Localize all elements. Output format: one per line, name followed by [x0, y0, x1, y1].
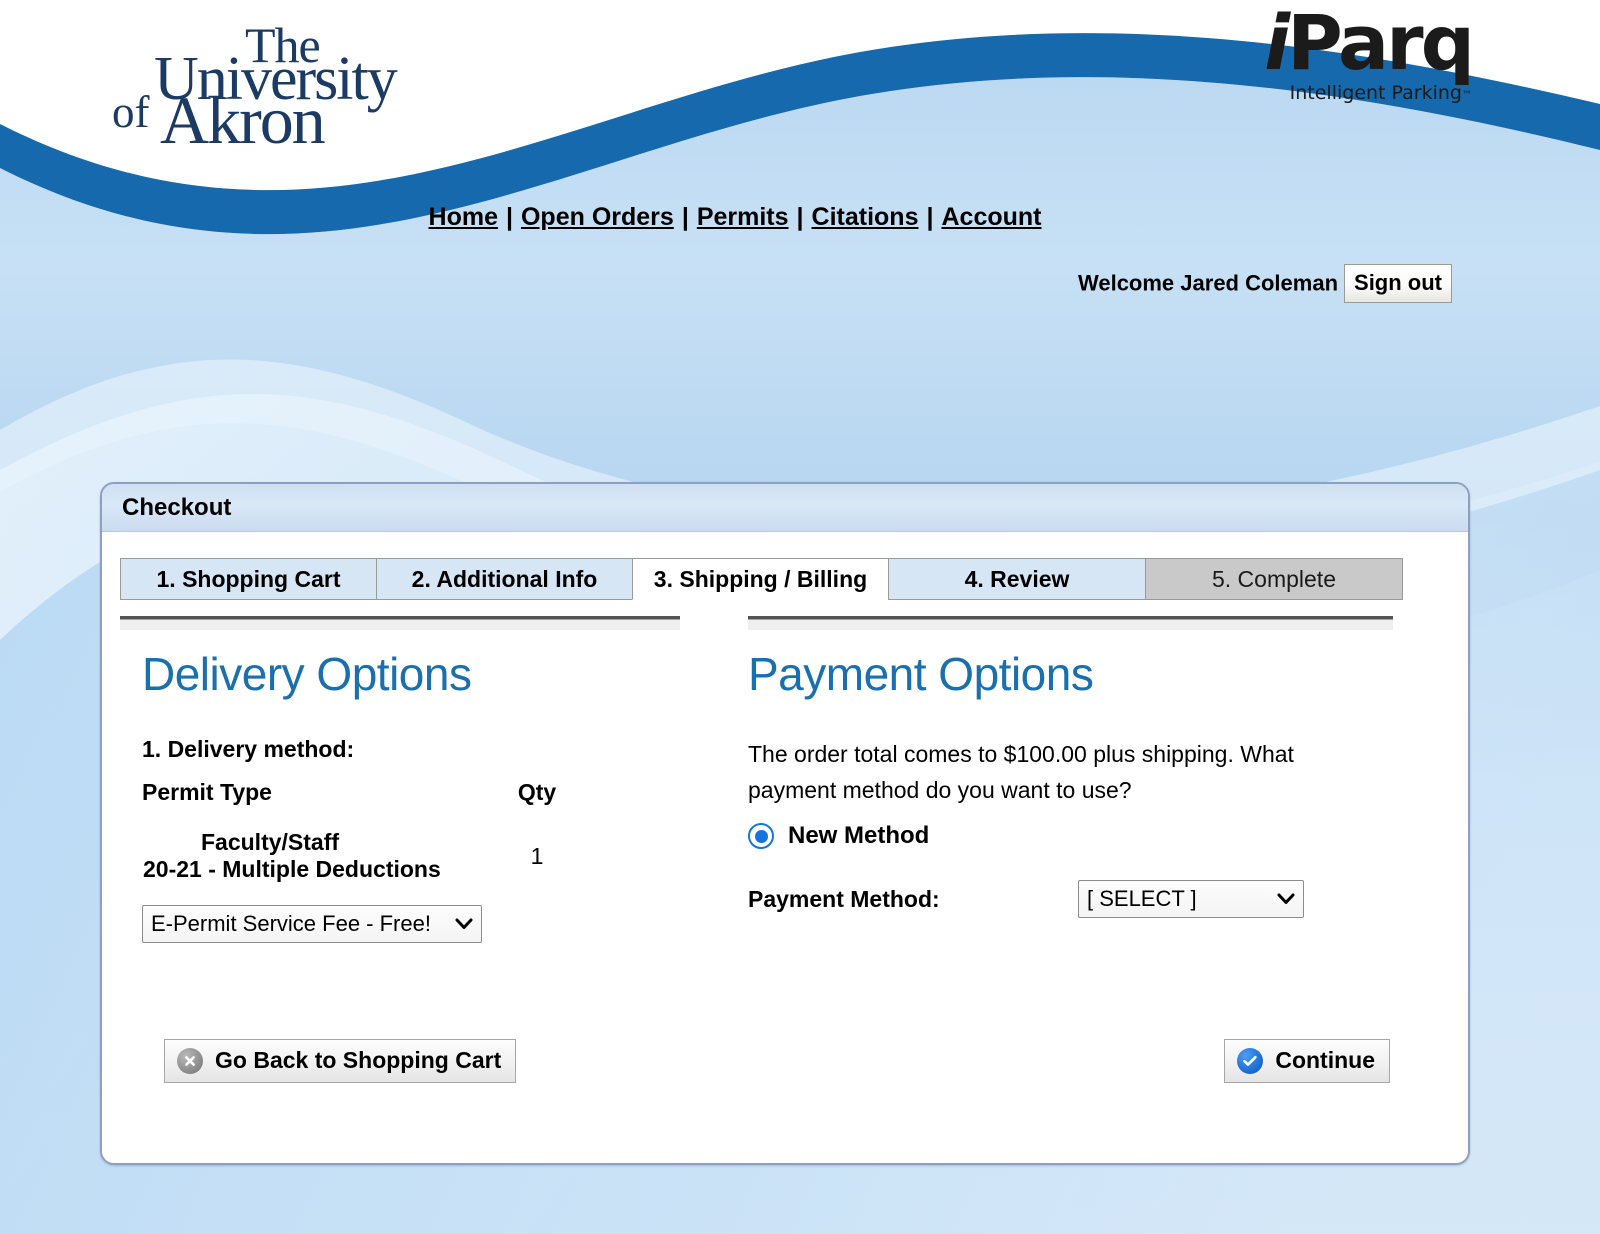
iparq-tagline: Intelligent Parking™	[1222, 82, 1472, 107]
permit-type-name: 20-21 - Multiple Deductions	[143, 856, 441, 882]
cancel-circle-icon	[177, 1047, 203, 1074]
payment-method-select-wrapper: [ SELECT ]	[1078, 880, 1304, 918]
section-divider	[120, 616, 680, 630]
primary-navigation: Home | Open Orders | Permits | Citations | Accou…	[0, 203, 1600, 232]
delivery-options-heading: Delivery Options	[142, 648, 472, 700]
payment-options-section: Payment Options The order total comes to…	[720, 616, 1393, 943]
panel-header: Checkout	[102, 484, 1468, 532]
payment-method-label: Payment Method:	[748, 885, 940, 912]
nav-link-citations[interactable]: Citations	[810, 203, 921, 231]
checkout-panel: Checkout 1. Shopping Cart 2. Additional …	[100, 482, 1470, 1165]
sign-out-button[interactable]: Sign out	[1344, 264, 1452, 303]
permit-qty-cell: 1	[530, 842, 544, 869]
tab-shipping-billing[interactable]: 3. Shipping / Billing	[632, 558, 889, 600]
account-bar: Welcome Jared Coleman Sign out	[0, 264, 1600, 303]
payment-method-select[interactable]: [ SELECT ]	[1078, 880, 1304, 918]
welcome-message: Welcome Jared Coleman	[1077, 270, 1339, 296]
table-row: Faculty/Staff 20-21 - Multiple Deduction…	[142, 828, 612, 891]
payment-options-body: The order total comes to $100.00 plus sh…	[748, 736, 1389, 918]
go-back-to-shopping-cart-button[interactable]: Go Back to Shopping Cart	[164, 1039, 517, 1083]
iparq-letters-parq: Parq	[1287, 0, 1475, 87]
column-header-qty: Qty	[517, 779, 557, 805]
x-glyph	[185, 1055, 195, 1066]
iparq-wordmark: iParq	[1222, 4, 1475, 82]
checkout-columns: Delivery Options 1. Delivery method: Per…	[102, 616, 1468, 943]
nav-separator: |	[796, 203, 804, 231]
payment-method-choice-row[interactable]: New Method	[748, 822, 1389, 850]
logo-line-of: of	[112, 87, 150, 137]
site-header: The University of Akron iParq Intelligen…	[0, 0, 1600, 200]
university-of-akron-logo: The University of Akron	[112, 8, 452, 158]
tab-complete: 5. Complete	[1145, 558, 1403, 600]
iparq-letter-i: i	[1264, 0, 1290, 87]
check-glyph	[1243, 1055, 1258, 1066]
check-circle-icon	[1237, 1047, 1264, 1074]
go-back-button-label: Go Back to Shopping Cart	[215, 1047, 502, 1073]
section-divider	[748, 616, 1393, 630]
checkout-steps-tablist: 1. Shopping Cart 2. Additional Info 3. S…	[120, 558, 1407, 600]
page-title: Checkout	[122, 493, 232, 521]
payment-options-heading: Payment Options	[748, 648, 1094, 700]
tab-additional-info[interactable]: 2. Additional Info	[376, 558, 633, 600]
delivery-method-select[interactable]: E-Permit Service Fee - Free!	[142, 905, 482, 943]
permit-type-group: Faculty/Staff	[201, 829, 340, 855]
permit-table: Permit Type Qty Faculty/Staff 20-21 - Mu…	[142, 779, 612, 891]
column-header-permit-type: Permit Type	[142, 779, 272, 805]
tab-shopping-cart[interactable]: 1. Shopping Cart	[120, 558, 377, 600]
nav-separator: |	[681, 203, 689, 231]
new-method-label: New Method	[788, 822, 930, 849]
continue-button[interactable]: Continue	[1224, 1039, 1390, 1083]
trademark-icon: ™	[1462, 90, 1472, 101]
tab-review[interactable]: 4. Review	[888, 558, 1146, 600]
delivery-options-section: Delivery Options 1. Delivery method: Per…	[120, 616, 720, 943]
nav-link-account[interactable]: Account	[939, 203, 1043, 231]
delivery-method-select-wrapper: E-Permit Service Fee - Free!	[142, 905, 482, 943]
nav-separator: |	[926, 203, 934, 231]
iparq-logo: iParq Intelligent Parking™	[1222, 4, 1475, 108]
nav-link-open-orders[interactable]: Open Orders	[519, 203, 676, 231]
panel-body: 1. Shopping Cart 2. Additional Info 3. S…	[102, 532, 1468, 1163]
table-header-row: Permit Type Qty	[142, 779, 612, 828]
payment-method-row: Payment Method: [ SELECT ]	[748, 880, 1389, 918]
nav-separator: |	[505, 203, 513, 231]
permit-type-cell: Faculty/Staff 20-21 - Multiple Deduction…	[142, 828, 462, 891]
panel-footer-actions: Go Back to Shopping Cart Continue	[102, 1039, 1468, 1083]
continue-button-label: Continue	[1275, 1047, 1375, 1073]
radio-selected-dot	[754, 829, 768, 843]
nav-link-permits[interactable]: Permits	[695, 203, 791, 231]
nav-link-home[interactable]: Home	[427, 203, 500, 231]
iparq-tagline-text: Intelligent Parking	[1289, 82, 1462, 104]
new-method-radio[interactable]	[748, 823, 774, 849]
logo-line-akron: Akron	[160, 82, 326, 158]
delivery-method-label: 1. Delivery method:	[142, 736, 355, 762]
delivery-options-body: 1. Delivery method: Permit Type Qty Facu…	[142, 736, 702, 943]
order-total-message: The order total comes to $100.00 plus sh…	[748, 741, 1294, 803]
